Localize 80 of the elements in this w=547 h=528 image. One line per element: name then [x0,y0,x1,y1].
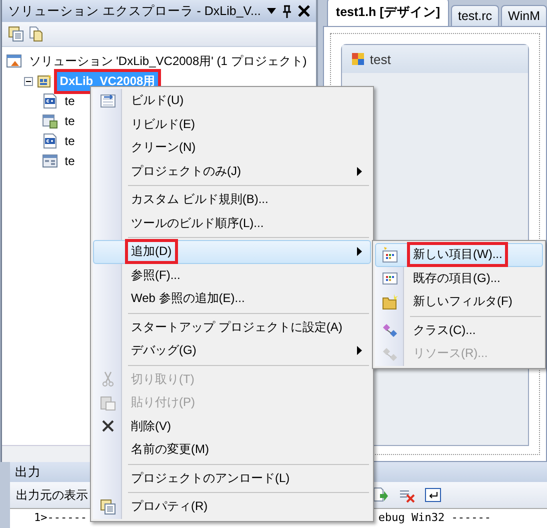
collapse-toggle-icon[interactable] [24,76,33,86]
menu-item[interactable]: スタートアップ プロジェクトに設定(A) [93,316,371,339]
panel-title: ソリューション エクスプローラ - DxLib_V... [8,2,261,20]
menu-item[interactable]: 追加(D) [93,240,371,264]
output-line: ebug Win32 ------ [378,511,491,524]
menu-item-label: 新しい項目(W)... [410,245,506,264]
menu-item-label: クラス(C)... [412,322,477,339]
editor-tab[interactable]: test1.h [デザイン] [326,0,449,26]
project-icon [36,73,53,89]
menu-item-label: プロジェクトのアンロード(L) [130,470,291,487]
menu-item[interactable]: クラス(C)... [375,318,543,342]
menu-item[interactable]: ツールのビルド順序(L)... [93,212,371,235]
new-item-icon [382,246,398,263]
build-icon [100,92,116,109]
form-file-icon [42,153,58,169]
editor-tab[interactable]: WinM [501,5,547,26]
menu-item[interactable]: デバッグ(G) [93,339,371,362]
menu-item[interactable]: ビルド(U) [93,89,371,112]
dropdown-icon[interactable] [266,8,276,14]
menu-item[interactable]: 新しい項目(W)... [375,243,543,266]
menu-item[interactable]: プロジェクトのアンロード(L) [93,466,371,490]
menu-item-label: 名前の変更(M) [130,441,210,458]
menu-item-label: クリーン(N) [130,139,197,156]
output-line: 1>------ [34,511,87,524]
go-to-icon[interactable] [373,487,389,503]
folder-icon [382,294,398,310]
properties-icon [100,498,116,515]
tree-item[interactable]: te [62,153,78,169]
output-source-label: 出力元の表示 [16,486,88,504]
menu-item[interactable]: リビルド(E) [93,112,371,136]
menu-item[interactable]: 新しいフィルタ(F) [375,290,543,314]
menu-item[interactable]: クリーン(N) [93,136,371,160]
tree-item[interactable]: te [62,133,78,149]
class-icon [382,322,398,338]
solution-icon [6,53,22,69]
menu-item-label: デバッグ(G) [130,342,198,360]
tree-item[interactable]: te [62,93,78,109]
clipboard-icon [100,394,116,411]
cpp-file-icon [42,93,58,109]
menu-item-label: 参照(F)... [130,266,182,284]
close-icon[interactable] [298,5,310,17]
menu-item-label: ビルド(U) [130,92,185,110]
menu-item-label: Web 参照の追加(E)... [130,290,246,308]
menu-item-label: ツールのビルド順序(L)... [130,214,265,232]
class-icon [382,346,398,362]
menu-item-label: リソース(R)... [412,345,489,362]
properties-icon[interactable] [8,26,24,42]
menu-item[interactable]: プロジェクトのみ(J) [93,160,371,183]
form-icon [352,53,364,65]
resource-file-icon [42,113,58,129]
menu-item-label: 切り取り(T) [130,370,196,388]
tree-item[interactable]: ソリューション 'DxLib_VC2008用' (1 プロジェクト) [26,52,310,70]
menu-item[interactable]: 参照(F)... [93,264,371,287]
tree-item[interactable]: te [62,113,78,129]
cpp-file-icon [42,133,58,149]
pin-icon[interactable] [282,4,292,18]
menu-item-label: 削除(V) [130,418,172,435]
word-wrap-icon[interactable] [425,487,441,503]
menu-item[interactable]: カスタム ビルド規則(B)... [93,188,371,212]
menu-item[interactable]: Web 参照の追加(E)... [93,287,371,310]
item-icon [382,270,398,286]
editor-tab[interactable]: test.rc [451,5,500,26]
menu-item[interactable]: プロパティ(R) [93,495,371,518]
menu-item-label: プロジェクトのみ(J) [130,162,242,180]
menu-item-label: 貼り付け(P) [130,394,196,412]
menu-item-label: 追加(D) [128,242,175,262]
menu-item[interactable]: 削除(V) [93,414,371,438]
menu-item-label: スタートアップ プロジェクトに設定(A) [130,318,344,336]
form-title: test [370,52,391,66]
menu-item-label: リビルド(E) [130,116,196,133]
menu-item-label: カスタム ビルド規則(B)... [130,191,270,208]
menu-item-label: 既存の項目(G)... [412,270,502,287]
show-all-files-icon[interactable] [28,26,44,42]
menu-item[interactable]: 名前の変更(M) [93,438,371,462]
output-title: 出力 [15,464,41,480]
menu-item-label: プロパティ(R) [130,498,209,516]
menu-item-label: 新しいフィルタ(F) [412,293,514,310]
scissors-icon [100,371,116,388]
delete-icon [100,418,116,434]
menu-item[interactable]: 既存の項目(G)... [375,266,543,290]
